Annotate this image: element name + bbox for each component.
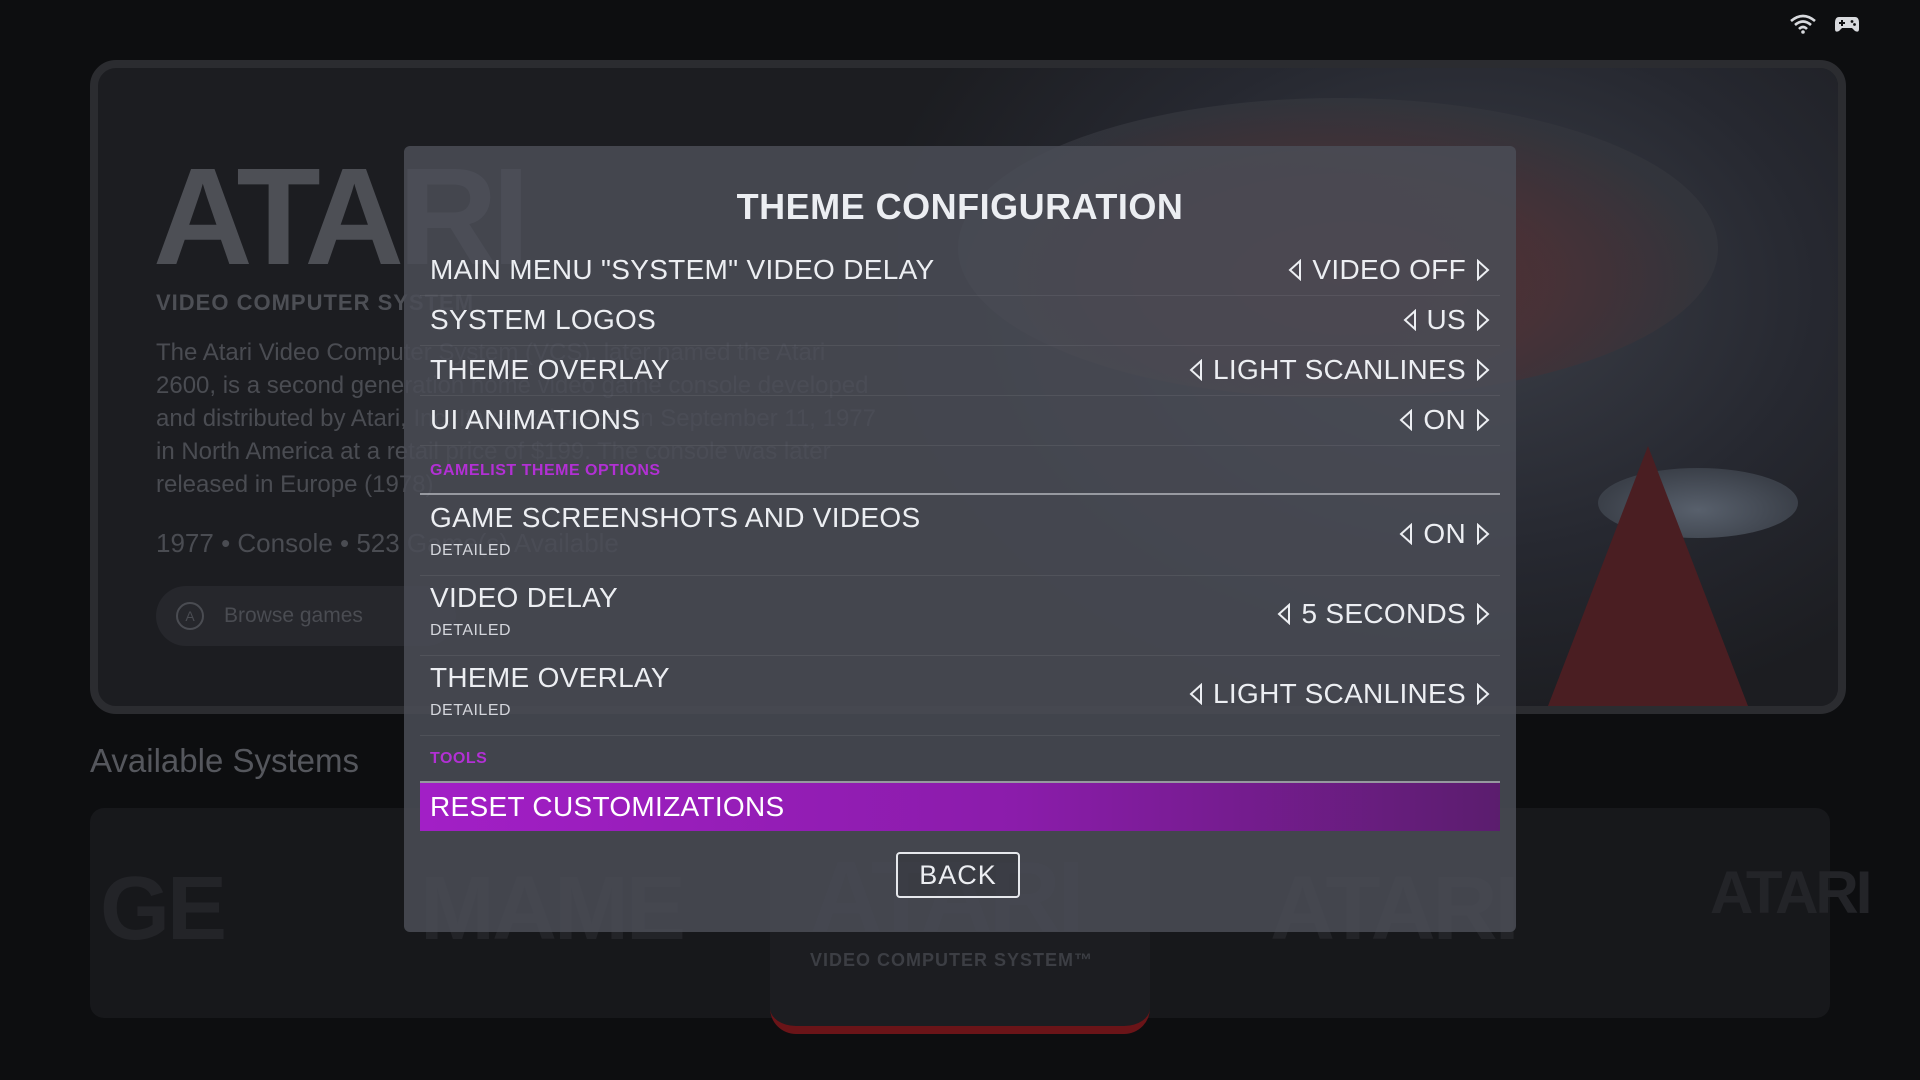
gamepad-icon	[1834, 14, 1860, 34]
row-sublabel: DETAILED	[430, 702, 512, 719]
back-button[interactable]: BACK	[896, 852, 1020, 898]
browse-games-label: Browse games	[224, 604, 363, 627]
arrow-left-icon[interactable]	[1277, 603, 1291, 625]
carousel-item-atari-7800[interactable]: ATARI	[1710, 858, 1872, 927]
arrow-right-icon[interactable]	[1476, 523, 1490, 545]
value-text: VIDEO OFF	[1312, 254, 1466, 285]
menu-row-video-delay[interactable]: VIDEO DELAY DETAILED 5 SECONDS	[420, 576, 1500, 656]
row-value[interactable]: ON	[1399, 404, 1490, 436]
row-value[interactable]: LIGHT SCANLINES	[1189, 354, 1490, 386]
value-text: US	[1426, 304, 1466, 335]
status-bar	[1790, 14, 1860, 34]
arrow-left-icon[interactable]	[1189, 683, 1203, 705]
value-text: LIGHT SCANLINES	[1213, 678, 1466, 709]
row-value[interactable]: ON	[1399, 518, 1490, 550]
row-value[interactable]: US	[1403, 304, 1491, 336]
arrow-left-icon[interactable]	[1403, 309, 1417, 331]
row-label: GAME SCREENSHOTS AND VIDEOS	[430, 502, 921, 533]
arrow-right-icon[interactable]	[1476, 359, 1490, 381]
menu-row-system-video-delay[interactable]: MAIN MENU "SYSTEM" VIDEO DELAY VIDEO OFF	[420, 246, 1500, 296]
row-sublabel: DETAILED	[430, 542, 512, 559]
row-value[interactable]: 5 SECONDS	[1277, 598, 1490, 630]
menu-row-game-screenshots[interactable]: GAME SCREENSHOTS AND VIDEOS DETAILED ON	[420, 496, 1500, 576]
row-label: THEME OVERLAY	[430, 662, 670, 693]
arrow-left-icon[interactable]	[1189, 359, 1203, 381]
a-button-icon: A	[176, 602, 204, 630]
menu-row-system-logos[interactable]: SYSTEM LOGOS US	[420, 296, 1500, 346]
rock-spire-artwork	[1548, 446, 1748, 706]
arrow-left-icon[interactable]	[1399, 409, 1413, 431]
theme-configuration-dialog: THEME CONFIGURATION MAIN MENU "SYSTEM" V…	[404, 146, 1516, 932]
arrow-right-icon[interactable]	[1476, 603, 1490, 625]
menu-row-theme-overlay-detailed[interactable]: THEME OVERLAY DETAILED LIGHT SCANLINES	[420, 656, 1500, 736]
row-label: MAIN MENU "SYSTEM" VIDEO DELAY	[430, 254, 935, 285]
value-text: ON	[1423, 518, 1466, 549]
arrow-right-icon[interactable]	[1476, 259, 1490, 281]
dialog-title: THEME CONFIGURATION	[736, 186, 1184, 227]
value-text: ON	[1423, 404, 1466, 435]
arrow-right-icon[interactable]	[1476, 683, 1490, 705]
available-systems-title: Available Systems	[90, 742, 360, 779]
wifi-icon	[1790, 14, 1816, 34]
tools-header: TOOLS	[430, 750, 488, 767]
row-sublabel: DETAILED	[430, 622, 512, 639]
arrow-right-icon[interactable]	[1476, 409, 1490, 431]
row-value[interactable]: VIDEO OFF	[1288, 254, 1490, 286]
row-label: UI ANIMATIONS	[430, 404, 641, 435]
row-label: SYSTEM LOGOS	[430, 304, 657, 335]
row-value[interactable]: LIGHT SCANLINES	[1189, 678, 1490, 710]
selected-system-subtitle: VIDEO COMPUTER SYSTEM™	[810, 950, 1094, 970]
value-text: 5 SECONDS	[1301, 598, 1466, 629]
section-divider	[420, 493, 1500, 495]
carousel-item-ge[interactable]: GE	[100, 858, 227, 961]
row-label: VIDEO DELAY	[430, 582, 618, 613]
arrow-left-icon[interactable]	[1288, 259, 1302, 281]
arrow-left-icon[interactable]	[1399, 523, 1413, 545]
arrow-right-icon[interactable]	[1476, 309, 1490, 331]
reset-customizations-label: RESET CUSTOMIZATIONS	[430, 791, 785, 822]
menu-row-theme-overlay[interactable]: THEME OVERLAY LIGHT SCANLINES	[420, 346, 1500, 396]
row-label: THEME OVERLAY	[430, 354, 670, 385]
menu-row-ui-animations[interactable]: UI ANIMATIONS ON	[420, 396, 1500, 446]
value-text: LIGHT SCANLINES	[1213, 354, 1466, 385]
reset-customizations-button[interactable]: RESET CUSTOMIZATIONS	[420, 783, 1500, 831]
gamelist-theme-options-header: GAMELIST THEME OPTIONS	[430, 462, 661, 479]
